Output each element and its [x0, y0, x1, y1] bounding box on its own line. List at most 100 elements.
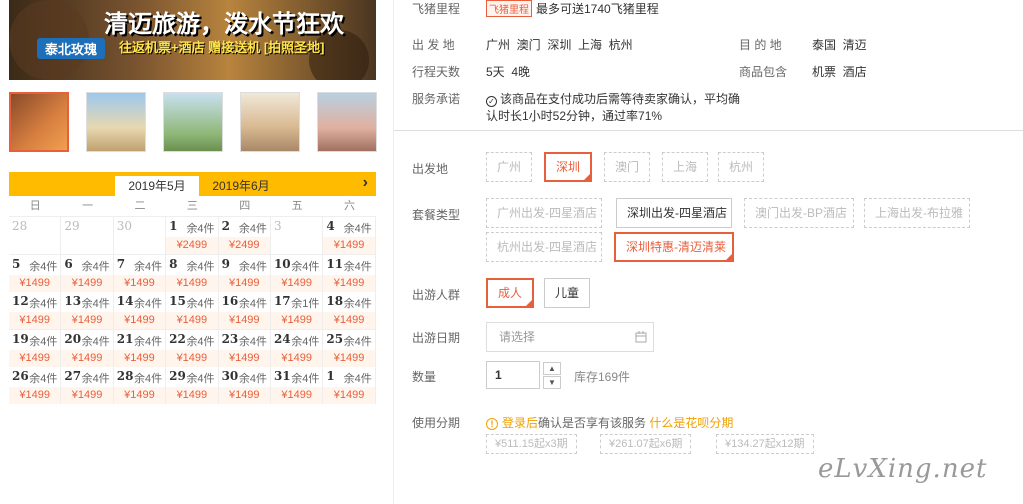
- thumbnail-1[interactable]: [9, 92, 69, 152]
- thumbnail-4[interactable]: [240, 92, 300, 152]
- package-option[interactable]: 澳门出发-BP酒店: [744, 198, 854, 228]
- package-option[interactable]: 深圳出发-四星酒店: [616, 198, 732, 228]
- calendar-day[interactable]: 14 余4件 ¥1499: [113, 292, 167, 329]
- day-price: ¥1499: [323, 274, 375, 292]
- people-label: 出游人群: [412, 288, 461, 302]
- calendar-icon: [635, 331, 647, 343]
- calendar-day[interactable]: 10 余4件 ¥1499: [270, 254, 324, 292]
- calendar-day[interactable]: 6 余4件 ¥1499: [61, 254, 114, 292]
- people-option-adult[interactable]: 成人: [486, 278, 534, 308]
- thumbnail-3[interactable]: [163, 92, 223, 152]
- calendar-day[interactable]: 1 余4件 ¥1499: [323, 367, 376, 404]
- installment-option-12[interactable]: ¥134.27起x12期: [716, 434, 814, 454]
- stock-left: 余4件: [29, 373, 58, 385]
- calendar-day[interactable]: 23 余4件 ¥1499: [218, 329, 271, 367]
- product-gallery: 清迈旅游，泼水节狂欢 泰北玫瑰 往返机票+酒店 赠接送机 [拍照圣地] 2019…: [0, 0, 385, 504]
- calendar-day[interactable]: 9 余4件 ¥1499: [218, 254, 271, 292]
- calendar-day[interactable]: 25 余4件 ¥1499: [323, 329, 376, 367]
- package-option-selected[interactable]: 深圳特惠-清迈清莱: [614, 232, 734, 262]
- day-price: ¥1499: [61, 349, 113, 367]
- calendar-day[interactable]: 12 余4件 ¥1499: [9, 292, 62, 329]
- day-price: ¥2499: [166, 237, 218, 254]
- date-input[interactable]: 请选择: [486, 322, 654, 352]
- stock-left: 余4件: [186, 298, 215, 310]
- calendar-day[interactable]: 17 余1件 ¥1499: [270, 292, 324, 329]
- calendar-day[interactable]: 2 余4件 ¥2499: [218, 217, 271, 254]
- calendar-day[interactable]: 22 余4件 ¥1499: [166, 329, 219, 367]
- tab-june[interactable]: 2019年6月: [199, 176, 283, 196]
- calendar-day[interactable]: 30 余4件 ¥1499: [218, 367, 271, 404]
- day-number: 9: [221, 256, 230, 271]
- calendar-day[interactable]: 11 余4件 ¥1499: [323, 254, 376, 292]
- calendar-day[interactable]: 4 余4件 ¥1499: [323, 217, 376, 254]
- calendar-day[interactable]: 15 余4件 ¥1499: [166, 292, 219, 329]
- stock-left: 余4件: [343, 335, 372, 348]
- divider: [394, 130, 1023, 131]
- stock-left: 余4件: [81, 373, 110, 385]
- calendar-day[interactable]: 1 余4件 ¥2499: [166, 217, 219, 254]
- includes-value: 机票 酒店: [812, 65, 867, 79]
- city-option-hangzhou[interactable]: 杭州: [718, 152, 764, 182]
- people-option-child[interactable]: 儿童: [544, 278, 590, 308]
- login-link[interactable]: 登录后: [502, 416, 538, 430]
- day-price: ¥1499: [166, 274, 218, 292]
- package-option[interactable]: 广州出发-四星酒店: [486, 198, 602, 228]
- calendar-day[interactable]: 8 余4件 ¥1499: [166, 254, 219, 292]
- city-option-shanghai[interactable]: 上海: [662, 152, 708, 182]
- calendar-day[interactable]: 7 余4件 ¥1499: [113, 254, 167, 292]
- day-price: ¥1499: [270, 312, 323, 329]
- calendar-day[interactable]: 13 余4件 ¥1499: [61, 292, 114, 329]
- stock-left: 余4件: [134, 260, 163, 273]
- calendar-day[interactable]: 28 余4件 ¥1499: [113, 367, 167, 404]
- calendar-day[interactable]: 21 余4件 ¥1499: [113, 329, 167, 367]
- calendar-day[interactable]: 16 余4件 ¥1499: [218, 292, 271, 329]
- chevron-down-icon[interactable]: ▼: [543, 376, 561, 389]
- calendar-day[interactable]: 18 余4件 ¥1499: [323, 292, 376, 329]
- tab-may[interactable]: 2019年5月: [115, 176, 199, 196]
- calendar-day[interactable]: 5 余4件 ¥1499: [9, 254, 62, 292]
- city-label: 出发地: [412, 162, 449, 176]
- huabei-link[interactable]: 什么是花呗分期: [649, 416, 733, 430]
- package-option[interactable]: 上海出发-布拉雅: [864, 198, 970, 228]
- stock-left: 余4件: [134, 335, 163, 348]
- day-number: 23: [221, 331, 239, 346]
- thumbnail-2[interactable]: [86, 92, 146, 152]
- day-price: ¥1499: [218, 387, 270, 404]
- weekday: 四: [239, 200, 251, 212]
- day-price: ¥1499: [270, 349, 323, 367]
- calendar-day[interactable]: 27 余4件 ¥1499: [61, 367, 114, 404]
- calendar-day[interactable]: 19 余4件 ¥1499: [9, 329, 62, 367]
- day-price: ¥1499: [323, 237, 375, 254]
- banner-title: 清迈旅游，泼水节狂欢: [104, 11, 344, 38]
- day-number: 11: [326, 256, 344, 271]
- city-option-shenzhen[interactable]: 深圳: [544, 152, 592, 182]
- calendar-day[interactable]: 20 余4件 ¥1499: [61, 329, 114, 367]
- calendar-day[interactable]: 26 余4件 ¥1499: [9, 367, 62, 404]
- chevron-right-icon[interactable]: ›: [363, 174, 368, 192]
- stock-left: 余4件: [134, 298, 163, 310]
- dest-value: 泰国 清迈: [812, 38, 867, 52]
- package-option[interactable]: 杭州出发-四星酒店: [486, 232, 602, 262]
- calendar-day[interactable]: 29 余4件 ¥1499: [166, 367, 219, 404]
- quantity-input[interactable]: 1: [486, 361, 540, 389]
- chevron-up-icon[interactable]: ▲: [543, 362, 561, 375]
- calendar-week: 19 余4件 ¥1499 20 余4件 ¥1499 21 余4件 ¥1499 22 余4件 ¥1499…: [9, 328, 376, 367]
- check-circle-icon: ✓: [486, 96, 497, 107]
- miles-tag: 飞猪里程: [486, 0, 532, 17]
- day-number: 25: [326, 331, 344, 346]
- thumbnail-5[interactable]: [317, 92, 377, 152]
- day-price: ¥1499: [61, 274, 113, 292]
- day-price: ¥1499: [218, 312, 270, 329]
- city-option-macau[interactable]: 澳门: [604, 152, 650, 182]
- stock-left: 余4件: [238, 260, 267, 273]
- day-number: 10: [273, 256, 291, 271]
- calendar-day: 28: [9, 217, 62, 254]
- city-option-guangzhou[interactable]: 广州: [486, 152, 532, 182]
- stock-left: 余4件: [343, 223, 372, 235]
- installment-option-6[interactable]: ¥261.07起x6期: [600, 434, 692, 454]
- installment-option-3[interactable]: ¥511.15起x3期: [486, 434, 577, 454]
- stock-left: 余4件: [186, 335, 215, 348]
- calendar-day[interactable]: 24 余4件 ¥1499: [270, 329, 324, 367]
- days-label: 行程天数: [412, 65, 461, 79]
- calendar-day[interactable]: 31 余4件 ¥1499: [270, 367, 324, 404]
